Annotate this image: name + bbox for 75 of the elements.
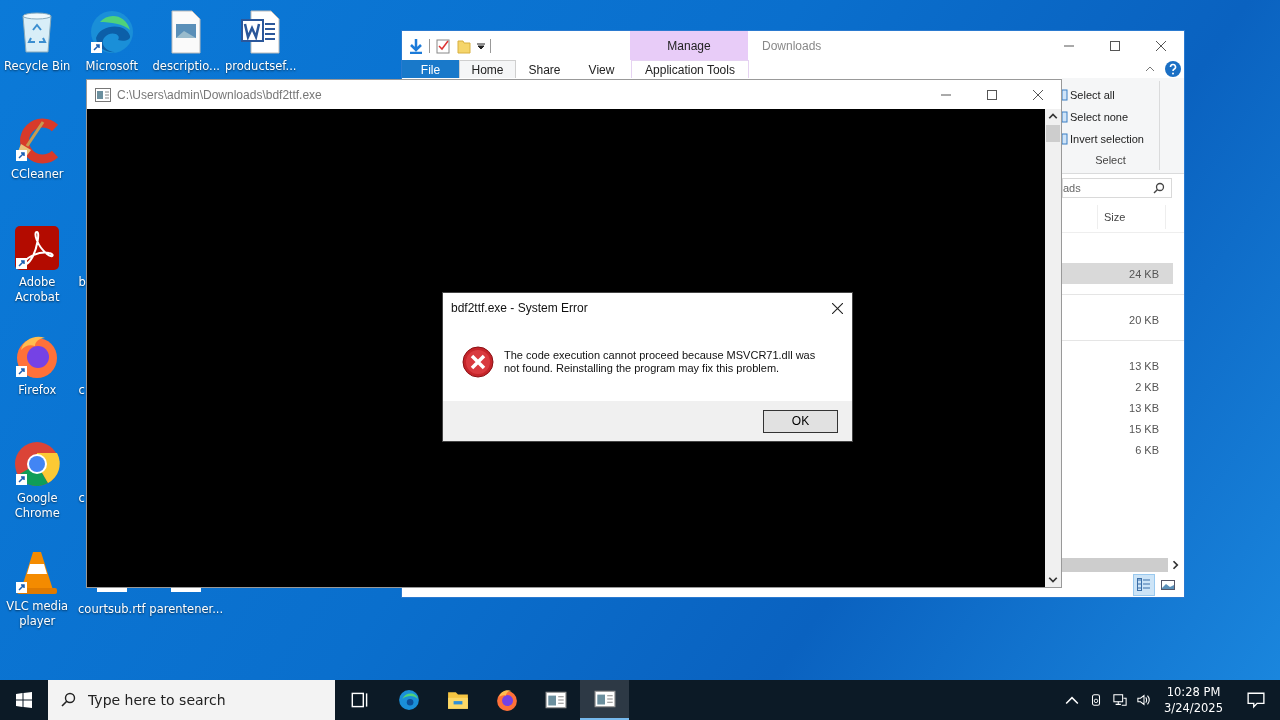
scroll-thumb[interactable] <box>1046 125 1060 142</box>
column-header[interactable]: Size <box>1097 205 1167 229</box>
desktop-icon-label[interactable]: c <box>78 491 85 506</box>
vertical-scrollbar[interactable] <box>1045 109 1061 587</box>
error-message: The code execution cannot proceed because MSVCR71.dll was not found. Reinstalling the program may fix this problem. <box>504 349 817 375</box>
notification-icon[interactable] <box>1247 691 1265 709</box>
scroll-thumb[interactable] <box>1062 558 1168 572</box>
desktop-icon-label[interactable]: descriptio... <box>149 59 224 74</box>
checklist-icon[interactable] <box>435 37 451 54</box>
console-window-icon <box>95 87 111 102</box>
desktop-icon-label[interactable]: c <box>78 383 85 398</box>
desktop-icon-label[interactable]: VLC media player <box>0 599 75 629</box>
close-icon[interactable] <box>832 302 843 314</box>
ribbon-tab[interactable]: Application Tools <box>631 60 749 78</box>
desktop-icon-label[interactable]: productsef... <box>223 59 298 74</box>
speaker-icon[interactable] <box>1137 693 1152 707</box>
ribbon-tab[interactable]: File <box>402 60 459 78</box>
dialog-title: bdf2ttf.exe - System Error <box>451 301 588 315</box>
group-label: Select <box>1094 154 1127 166</box>
file-row[interactable]: 15 KB <box>1062 418 1173 439</box>
collapse-caret-icon[interactable] <box>1145 66 1155 72</box>
clock-date[interactable]: 3/24/2025 <box>1164 700 1223 716</box>
file-row[interactable]: 24 KB <box>1062 263 1173 284</box>
taskbar-search-field[interactable]: Type here to search <box>48 680 335 720</box>
context-tab-header: Manage <box>630 31 748 60</box>
ribbon-tab[interactable]: Share <box>516 60 573 78</box>
details-view-icon[interactable] <box>1134 575 1154 595</box>
ok-button[interactable]: OK <box>763 409 838 433</box>
search-input[interactable]: ads <box>1063 182 1143 194</box>
desktop-icon-label[interactable]: Microsoft <box>74 59 149 74</box>
file-row[interactable]: 13 KB <box>1062 355 1173 376</box>
search-icon <box>60 692 76 708</box>
desktop-icon-label[interactable]: courtsub.rtf <box>74 602 149 617</box>
taskbar-button[interactable] <box>580 680 629 720</box>
desktop-icon-label[interactable]: parentener... <box>149 602 224 617</box>
scroll-right-icon[interactable] <box>1171 560 1181 570</box>
folder-icon <box>446 689 469 711</box>
search-input[interactable]: Type here to search <box>86 691 330 709</box>
ribbon-button[interactable]: Select none <box>1070 111 1129 123</box>
help-icon[interactable] <box>1165 61 1181 77</box>
download-arrow-icon[interactable] <box>408 37 424 54</box>
desktop-icon-label[interactable]: Adobe Acrobat <box>0 275 75 305</box>
network-icon[interactable] <box>1113 693 1128 707</box>
windows-start-icon[interactable] <box>16 692 32 708</box>
maximize-icon[interactable] <box>987 89 997 100</box>
error-icon <box>462 346 494 378</box>
acrobat-icon[interactable] <box>13 224 62 272</box>
ribbon-tab[interactable]: View <box>573 60 630 78</box>
window-title: C:\Users\admin\Downloads\bdf2ttf.exe <box>117 87 322 102</box>
file-row[interactable]: 13 KB <box>1062 397 1173 418</box>
file-row[interactable]: 2 KB <box>1062 376 1173 397</box>
app-window-icon <box>593 688 616 710</box>
edge-icon <box>397 689 420 711</box>
desktop-icon-label[interactable]: b <box>78 275 86 290</box>
desktop-icon-label[interactable]: Google Chrome <box>0 491 75 521</box>
app-window-icon <box>544 689 567 711</box>
desktop-icon-label[interactable]: Recycle Bin <box>0 59 75 74</box>
search-icon[interactable] <box>1153 182 1165 194</box>
ribbon-button[interactable]: Select all <box>1070 89 1115 101</box>
firefox-icon <box>495 689 518 711</box>
clock-time[interactable]: 10:28 PM <box>1166 684 1221 700</box>
desktop-icon-label[interactable]: CCleaner <box>0 167 75 182</box>
dropdown-icon[interactable] <box>477 41 485 50</box>
close-icon[interactable] <box>1033 89 1043 100</box>
maximize-icon[interactable] <box>1110 40 1120 51</box>
window-title: Downloads <box>762 38 822 53</box>
desktop-icon-label[interactable]: Firefox <box>0 383 75 398</box>
chrome-icon[interactable] <box>13 440 62 488</box>
search-field[interactable]: ads <box>1062 178 1172 198</box>
close-icon[interactable] <box>1156 40 1166 51</box>
ribbon-button[interactable]: Invert selection <box>1070 133 1144 145</box>
file-row[interactable]: 6 KB <box>1062 439 1173 460</box>
scroll-down-icon[interactable] <box>1048 574 1058 584</box>
file-row[interactable]: 20 KB <box>1062 309 1173 330</box>
ribbon-tab[interactable]: Home <box>459 60 516 78</box>
